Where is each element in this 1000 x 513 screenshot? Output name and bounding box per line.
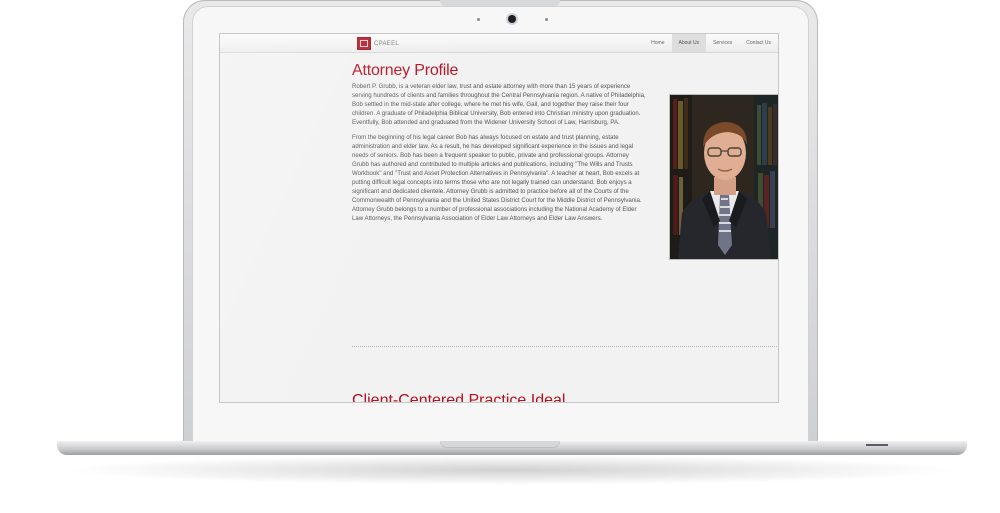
sensor-dot-right [545, 18, 548, 21]
lid-notch [440, 0, 560, 6]
profile-content: Attorney Profile Robert P. Grubb, is a v… [352, 62, 647, 229]
nav-contact-us[interactable]: Contact Us [739, 34, 778, 52]
logo-text: CPAEEL [374, 40, 400, 47]
nav-services[interactable]: Services [706, 34, 739, 52]
laptop-shadow [60, 455, 960, 485]
base-opening-notch [440, 441, 560, 448]
logo-mark-icon [357, 37, 371, 50]
site-logo[interactable]: CPAEEL [357, 37, 399, 50]
site-header: CPAEEL Home About Us Services Contact Us [220, 34, 778, 53]
profile-paragraph-2: From the beginning of his legal career B… [352, 134, 642, 222]
sensor-dot-left [477, 18, 480, 21]
profile-paragraph-1: Robert P. Grubb, is a veteran elder law,… [352, 83, 646, 126]
attorney-portrait-image [670, 95, 778, 259]
next-section-title: Client-Centered Practice Ideal [352, 392, 566, 402]
attorney-photo [669, 94, 778, 260]
main-nav: Home About Us Services Contact Us [644, 34, 778, 52]
status-light [866, 444, 888, 446]
page-title: Attorney Profile [352, 62, 459, 79]
section-divider [352, 346, 777, 347]
browser-viewport[interactable]: CPAEEL Home About Us Services Contact Us… [220, 34, 778, 402]
nav-home[interactable]: Home [644, 34, 671, 52]
camera-icon [508, 15, 516, 23]
nav-about-us[interactable]: About Us [671, 34, 707, 52]
